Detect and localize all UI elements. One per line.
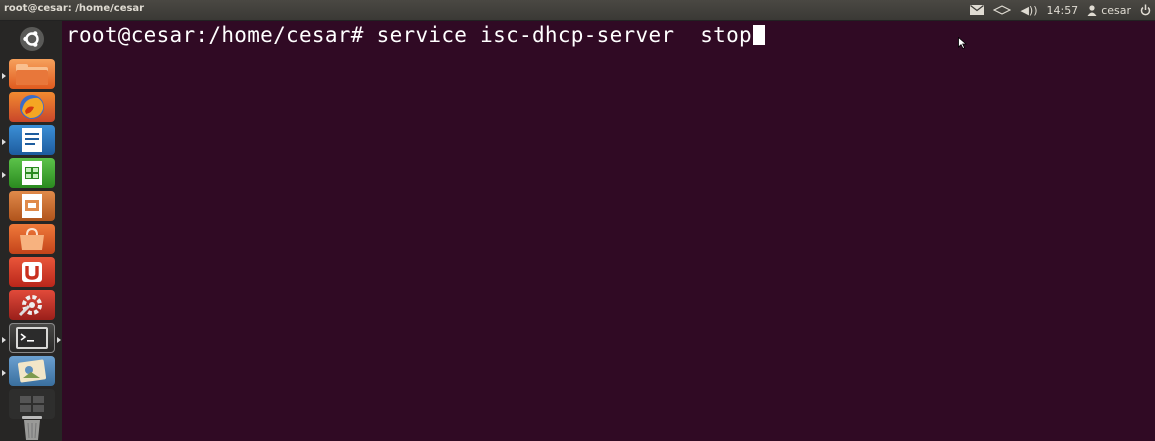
launcher-item-libreoffice-calc[interactable] (9, 158, 55, 188)
network-icon[interactable] (993, 5, 1012, 15)
dash-home-button[interactable] (9, 23, 55, 55)
running-indicator (2, 139, 6, 145)
mouse-pointer-icon (958, 34, 968, 53)
impress-icon (9, 191, 55, 221)
shopping-bag-icon (9, 224, 55, 254)
launcher-item-ubuntu-one[interactable] (9, 257, 55, 287)
settings-icon (9, 290, 55, 320)
launcher-item-files[interactable] (9, 59, 55, 89)
volume-icon[interactable]: ◀)) (1020, 4, 1037, 17)
window-title: root@cesar: /home/cesar (4, 3, 145, 14)
power-icon[interactable] (1140, 4, 1151, 16)
launcher-item-libreoffice-impress[interactable] (9, 191, 55, 221)
launcher-item-software-center[interactable] (9, 224, 55, 254)
writer-icon (9, 125, 55, 155)
user-icon (1087, 4, 1097, 16)
typed-command: service isc-dhcp-server stop (376, 23, 752, 47)
launcher-item-libreoffice-writer[interactable] (9, 125, 55, 155)
image-viewer-icon (9, 356, 55, 386)
running-indicator (2, 337, 6, 343)
top-panel: root@cesar: /home/cesar ◀)) 14:57 cesar (0, 0, 1155, 21)
running-indicator (2, 370, 6, 376)
indicator-area: ◀)) 14:57 cesar (970, 2, 1151, 18)
running-indicator (2, 73, 6, 79)
active-window-indicator (57, 337, 61, 343)
user-name: cesar (1101, 3, 1131, 17)
firefox-icon (9, 92, 55, 122)
launcher-item-trash[interactable] (9, 413, 55, 441)
user-menu[interactable]: cesar (1087, 4, 1131, 17)
text-cursor (753, 25, 765, 45)
running-indicator (2, 172, 6, 178)
launcher-item-firefox[interactable] (9, 92, 55, 122)
clock[interactable]: 14:57 (1046, 4, 1078, 17)
trash-icon (9, 413, 55, 441)
launcher-item-image-viewer[interactable] (9, 356, 55, 386)
ubuntu-one-icon (9, 257, 55, 287)
ubuntu-logo-icon (9, 23, 55, 55)
launcher-item-system-settings[interactable] (9, 290, 55, 320)
terminal-icon (9, 323, 55, 353)
launcher (0, 21, 62, 441)
shell-prompt: root@cesar:/home/cesar# (66, 23, 377, 47)
folder-icon (9, 59, 55, 89)
calc-icon (9, 158, 55, 188)
command-line[interactable]: root@cesar:/home/cesar# service isc-dhcp… (66, 23, 765, 47)
terminal-window[interactable]: root@cesar:/home/cesar# service isc-dhcp… (62, 21, 1155, 441)
launcher-item-terminal[interactable] (9, 323, 55, 353)
mail-icon[interactable] (970, 5, 985, 15)
